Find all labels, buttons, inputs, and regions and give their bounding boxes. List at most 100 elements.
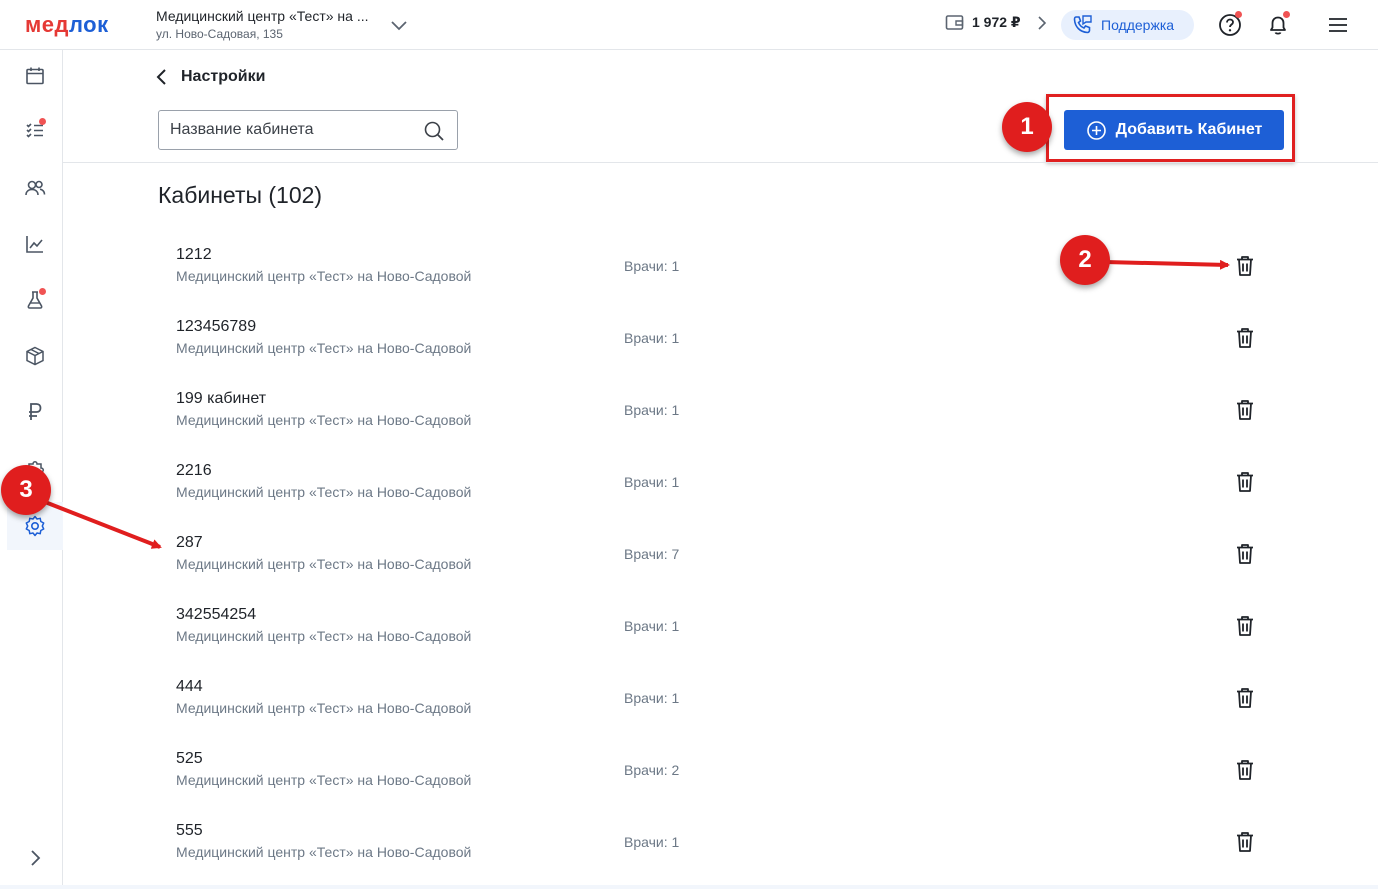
sidebar-item-calendar[interactable] xyxy=(7,54,63,98)
room-name: 2216 xyxy=(176,462,212,479)
room-doctors-count: Врачи: 1 xyxy=(624,402,680,418)
trash-icon xyxy=(1234,688,1256,714)
header-divider xyxy=(63,162,1378,163)
room-name: 287 xyxy=(176,534,203,551)
room-name: 555 xyxy=(176,822,203,839)
room-row[interactable]: 342554254 Медицинский центр «Тест» на Нов… xyxy=(158,590,1278,662)
chevron-right-icon xyxy=(1038,15,1046,30)
annotation-badge-1: 1 xyxy=(1002,102,1052,152)
support-label: Поддержка xyxy=(1101,17,1175,33)
clinic-address: ул. Ново-Садовая, 135 xyxy=(156,27,283,41)
delete-room-button[interactable] xyxy=(1234,686,1256,710)
delete-room-button[interactable] xyxy=(1234,326,1256,350)
analytics-icon xyxy=(26,236,43,253)
search-input[interactable] xyxy=(159,111,409,149)
room-search xyxy=(158,110,458,150)
room-name: 199 кабинет xyxy=(176,390,267,407)
page-title: Настройки xyxy=(181,68,266,85)
room-name: 342554254 xyxy=(176,606,257,623)
room-row[interactable]: 555 Медицинский центр «Тест» на Ново-Садо… xyxy=(158,806,1278,878)
trash-icon xyxy=(1234,760,1256,786)
sidebar-item-finance[interactable] xyxy=(7,390,63,434)
room-doctors-count: Врачи: 1 xyxy=(624,330,680,346)
annotation-badge-3: 3 xyxy=(1,465,51,515)
support-button[interactable]: Поддержка xyxy=(1061,10,1194,40)
room-name: 1212 xyxy=(176,246,212,263)
back-to-settings[interactable]: Настройки xyxy=(155,68,265,86)
gear-icon xyxy=(25,515,45,537)
phone-chat-icon xyxy=(1073,15,1092,34)
room-row[interactable]: 199 кабинет Медицинский центр «Тест» на Н… xyxy=(158,374,1278,446)
room-doctors-count: Врачи: 1 xyxy=(624,474,680,490)
room-clinic: Медицинский центр «Тест» на Ново-Садовой xyxy=(176,628,472,644)
room-doctors-count: Врачи: 2 xyxy=(624,762,680,778)
wallet-icon xyxy=(945,15,964,30)
room-clinic: Медицинский центр «Тест» на Ново-Садовой xyxy=(176,340,472,356)
room-name: 525 xyxy=(176,750,203,767)
room-row[interactable]: 123456789 Медицинский центр «Тест» на Нов… xyxy=(158,302,1278,374)
sidebar-item-lab[interactable] xyxy=(7,278,63,322)
delete-room-button[interactable] xyxy=(1234,254,1256,278)
delete-room-button[interactable] xyxy=(1234,542,1256,566)
trash-icon xyxy=(1234,472,1256,498)
room-row[interactable]: 444 Медицинский центр «Тест» на Ново-Садо… xyxy=(158,662,1278,734)
room-row[interactable]: 525 Медицинский центр «Тест» на Ново-Садо… xyxy=(158,734,1278,806)
trash-icon xyxy=(1234,616,1256,642)
sidebar-item-analytics[interactable] xyxy=(7,222,63,266)
sidebar-item-patients[interactable] xyxy=(7,166,63,210)
room-clinic: Медицинский центр «Тест» на Ново-Садовой xyxy=(176,772,472,788)
annotation-badge-2: 2 xyxy=(1060,235,1110,285)
room-doctors-count: Врачи: 1 xyxy=(624,834,680,850)
room-clinic: Медицинский центр «Тест» на Ново-Садовой xyxy=(176,556,472,572)
room-name: 123456789 xyxy=(176,318,257,335)
notification-dot xyxy=(1283,11,1290,18)
patients-icon xyxy=(25,180,46,196)
room-clinic: Медицинский центр «Тест» на Ново-Садовой xyxy=(176,844,472,860)
delete-room-button[interactable] xyxy=(1234,758,1256,782)
notification-dot xyxy=(39,288,46,295)
room-row[interactable]: 1212 Медицинский центр «Тест» на Ново-Сад… xyxy=(158,230,1278,302)
room-row[interactable]: 287 Медицинский центр «Тест» на Ново-Садо… xyxy=(158,518,1278,590)
sidebar-item-tasks[interactable] xyxy=(7,108,63,152)
expand-icon xyxy=(31,850,41,866)
notification-dot xyxy=(1235,11,1242,18)
rooms-list: 1212 Медицинский центр «Тест» на Ново-Сад… xyxy=(158,230,1278,878)
sidebar-item-warehouse[interactable] xyxy=(7,334,63,378)
room-doctors-count: Врачи: 1 xyxy=(624,258,680,274)
delete-room-button[interactable] xyxy=(1234,830,1256,854)
balance-amount: 1 972 ₽ xyxy=(972,14,1021,30)
trash-icon xyxy=(1234,328,1256,354)
bottom-strip xyxy=(0,885,1378,889)
trash-icon xyxy=(1234,400,1256,426)
sidebar-expand[interactable] xyxy=(7,836,63,880)
delete-room-button[interactable] xyxy=(1234,470,1256,494)
search-icon[interactable] xyxy=(423,120,445,142)
room-name: 444 xyxy=(176,678,203,695)
rooms-list-title: Кабинеты (102) xyxy=(158,182,323,208)
plus-circle-icon xyxy=(1086,120,1106,140)
notification-dot xyxy=(39,118,46,125)
ruble-icon xyxy=(29,403,42,420)
room-clinic: Медицинский центр «Тест» на Ново-Садовой xyxy=(176,412,472,428)
room-row[interactable]: 2216 Медицинский центр «Тест» на Ново-Сад… xyxy=(158,446,1278,518)
add-room-button[interactable]: Добавить Кабинет xyxy=(1064,110,1284,150)
room-clinic: Медицинский центр «Тест» на Ново-Садовой xyxy=(176,268,472,284)
trash-icon xyxy=(1234,256,1256,282)
room-clinic: Медицинский центр «Тест» на Ново-Садовой xyxy=(176,484,472,500)
room-clinic: Медицинский центр «Тест» на Ново-Садовой xyxy=(176,700,472,716)
medlok-logo[interactable]: медлок xyxy=(25,12,109,38)
room-doctors-count: Врачи: 1 xyxy=(624,618,680,634)
chevron-down-icon[interactable] xyxy=(388,14,410,36)
chevron-left-icon xyxy=(156,69,166,85)
clinic-selector[interactable]: Медицинский центр «Тест» на ... ул. Ново… xyxy=(156,8,368,41)
add-room-label: Добавить Кабинет xyxy=(1115,121,1263,138)
clinic-name: Медицинский центр «Тест» на ... xyxy=(156,8,369,24)
trash-icon xyxy=(1234,832,1256,858)
delete-room-button[interactable] xyxy=(1234,614,1256,638)
balance-widget[interactable]: 1 972 ₽ xyxy=(945,14,1049,31)
room-doctors-count: Врачи: 7 xyxy=(624,546,680,562)
menu-icon[interactable] xyxy=(1325,12,1351,38)
room-doctors-count: Врачи: 1 xyxy=(624,690,680,706)
trash-icon xyxy=(1234,544,1256,570)
delete-room-button[interactable] xyxy=(1234,398,1256,422)
